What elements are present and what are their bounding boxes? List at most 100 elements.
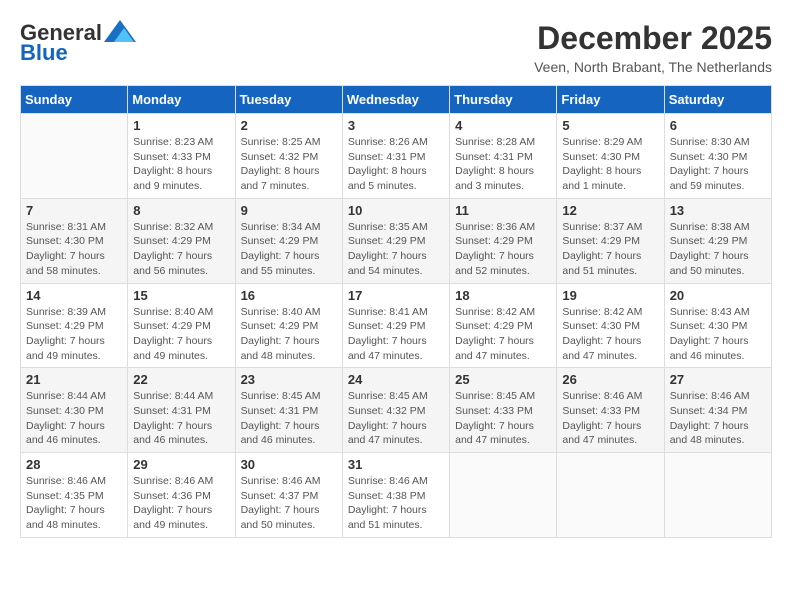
day-info: Sunrise: 8:28 AM Sunset: 4:31 PM Dayligh… <box>455 135 551 194</box>
weekday-header-wednesday: Wednesday <box>342 86 449 114</box>
day-info: Sunrise: 8:29 AM Sunset: 4:30 PM Dayligh… <box>562 135 658 194</box>
day-info: Sunrise: 8:42 AM Sunset: 4:29 PM Dayligh… <box>455 305 551 364</box>
calendar-cell: 14 Sunrise: 8:39 AM Sunset: 4:29 PM Dayli… <box>21 283 128 368</box>
calendar-cell: 23 Sunrise: 8:45 AM Sunset: 4:31 PM Dayli… <box>235 368 342 453</box>
calendar-cell: 30 Sunrise: 8:46 AM Sunset: 4:37 PM Dayli… <box>235 453 342 538</box>
day-number: 15 <box>133 288 229 303</box>
calendar-cell: 12Sunrise: 8:37 AM Sunset: 4:29 PM Dayli… <box>557 198 664 283</box>
day-number: 28 <box>26 457 122 472</box>
day-info: Sunrise: 8:39 AM Sunset: 4:29 PM Dayligh… <box>26 305 122 364</box>
day-number: 21 <box>26 372 122 387</box>
day-number: 29 <box>133 457 229 472</box>
day-number: 8 <box>133 203 229 218</box>
weekday-header-sunday: Sunday <box>21 86 128 114</box>
day-info: Sunrise: 8:46 AM Sunset: 4:33 PM Dayligh… <box>562 389 658 448</box>
week-row-3: 14 Sunrise: 8:39 AM Sunset: 4:29 PM Dayli… <box>21 283 772 368</box>
calendar-cell: 29 Sunrise: 8:46 AM Sunset: 4:36 PM Dayli… <box>128 453 235 538</box>
day-number: 2 <box>241 118 337 133</box>
day-info: Sunrise: 8:32 AM Sunset: 4:29 PM Dayligh… <box>133 220 229 279</box>
day-info: Sunrise: 8:34 AM Sunset: 4:29 PM Dayligh… <box>241 220 337 279</box>
calendar-cell: 13 Sunrise: 8:38 AM Sunset: 4:29 PM Dayli… <box>664 198 771 283</box>
day-number: 12 <box>562 203 658 218</box>
day-info: Sunrise: 8:31 AM Sunset: 4:30 PM Dayligh… <box>26 220 122 279</box>
calendar-cell: 28Sunrise: 8:46 AM Sunset: 4:35 PM Dayli… <box>21 453 128 538</box>
title-block: December 2025 Veen, North Brabant, The N… <box>534 20 772 75</box>
day-number: 27 <box>670 372 766 387</box>
calendar-cell: 10Sunrise: 8:35 AM Sunset: 4:29 PM Dayli… <box>342 198 449 283</box>
week-row-5: 28Sunrise: 8:46 AM Sunset: 4:35 PM Dayli… <box>21 453 772 538</box>
day-info: Sunrise: 8:36 AM Sunset: 4:29 PM Dayligh… <box>455 220 551 279</box>
day-number: 20 <box>670 288 766 303</box>
calendar-cell: 11 Sunrise: 8:36 AM Sunset: 4:29 PM Dayli… <box>450 198 557 283</box>
calendar-cell: 18Sunrise: 8:42 AM Sunset: 4:29 PM Dayli… <box>450 283 557 368</box>
calendar-cell: 8 Sunrise: 8:32 AM Sunset: 4:29 PM Daylig… <box>128 198 235 283</box>
calendar-cell <box>450 453 557 538</box>
page-header: General Blue December 2025 Veen, North B… <box>20 20 772 75</box>
calendar-cell: 27 Sunrise: 8:46 AM Sunset: 4:34 PM Dayli… <box>664 368 771 453</box>
day-number: 31 <box>348 457 444 472</box>
calendar-cell: 19 Sunrise: 8:42 AM Sunset: 4:30 PM Dayli… <box>557 283 664 368</box>
day-info: Sunrise: 8:26 AM Sunset: 4:31 PM Dayligh… <box>348 135 444 194</box>
location: Veen, North Brabant, The Netherlands <box>534 59 772 75</box>
weekday-header-tuesday: Tuesday <box>235 86 342 114</box>
logo-icon <box>104 20 136 42</box>
day-number: 11 <box>455 203 551 218</box>
day-number: 22 <box>133 372 229 387</box>
weekday-header-monday: Monday <box>128 86 235 114</box>
calendar-cell: 5Sunrise: 8:29 AM Sunset: 4:30 PM Daylig… <box>557 114 664 199</box>
day-info: Sunrise: 8:25 AM Sunset: 4:32 PM Dayligh… <box>241 135 337 194</box>
calendar-cell: 15 Sunrise: 8:40 AM Sunset: 4:29 PM Dayli… <box>128 283 235 368</box>
day-info: Sunrise: 8:46 AM Sunset: 4:37 PM Dayligh… <box>241 474 337 533</box>
weekday-header-row: SundayMondayTuesdayWednesdayThursdayFrid… <box>21 86 772 114</box>
day-info: Sunrise: 8:40 AM Sunset: 4:29 PM Dayligh… <box>241 305 337 364</box>
day-info: Sunrise: 8:46 AM Sunset: 4:38 PM Dayligh… <box>348 474 444 533</box>
day-number: 17 <box>348 288 444 303</box>
day-number: 30 <box>241 457 337 472</box>
day-number: 3 <box>348 118 444 133</box>
day-number: 1 <box>133 118 229 133</box>
day-info: Sunrise: 8:40 AM Sunset: 4:29 PM Dayligh… <box>133 305 229 364</box>
calendar-cell: 26 Sunrise: 8:46 AM Sunset: 4:33 PM Dayli… <box>557 368 664 453</box>
calendar-cell: 24Sunrise: 8:45 AM Sunset: 4:32 PM Dayli… <box>342 368 449 453</box>
day-number: 26 <box>562 372 658 387</box>
calendar-cell: 21Sunrise: 8:44 AM Sunset: 4:30 PM Dayli… <box>21 368 128 453</box>
logo-blue: Blue <box>20 40 68 66</box>
day-number: 9 <box>241 203 337 218</box>
day-info: Sunrise: 8:46 AM Sunset: 4:34 PM Dayligh… <box>670 389 766 448</box>
day-number: 6 <box>670 118 766 133</box>
calendar-cell: 4 Sunrise: 8:28 AM Sunset: 4:31 PM Daylig… <box>450 114 557 199</box>
calendar-cell: 7 Sunrise: 8:31 AM Sunset: 4:30 PM Daylig… <box>21 198 128 283</box>
day-number: 4 <box>455 118 551 133</box>
day-info: Sunrise: 8:45 AM Sunset: 4:33 PM Dayligh… <box>455 389 551 448</box>
weekday-header-friday: Friday <box>557 86 664 114</box>
calendar-cell: 9 Sunrise: 8:34 AM Sunset: 4:29 PM Daylig… <box>235 198 342 283</box>
day-info: Sunrise: 8:38 AM Sunset: 4:29 PM Dayligh… <box>670 220 766 279</box>
day-info: Sunrise: 8:46 AM Sunset: 4:36 PM Dayligh… <box>133 474 229 533</box>
day-number: 25 <box>455 372 551 387</box>
day-info: Sunrise: 8:30 AM Sunset: 4:30 PM Dayligh… <box>670 135 766 194</box>
weekday-header-saturday: Saturday <box>664 86 771 114</box>
day-info: Sunrise: 8:42 AM Sunset: 4:30 PM Dayligh… <box>562 305 658 364</box>
calendar-cell <box>557 453 664 538</box>
day-number: 7 <box>26 203 122 218</box>
day-number: 23 <box>241 372 337 387</box>
day-number: 13 <box>670 203 766 218</box>
calendar-cell: 1Sunrise: 8:23 AM Sunset: 4:33 PM Daylig… <box>128 114 235 199</box>
week-row-2: 7 Sunrise: 8:31 AM Sunset: 4:30 PM Daylig… <box>21 198 772 283</box>
day-number: 16 <box>241 288 337 303</box>
week-row-4: 21Sunrise: 8:44 AM Sunset: 4:30 PM Dayli… <box>21 368 772 453</box>
calendar-cell <box>664 453 771 538</box>
day-number: 19 <box>562 288 658 303</box>
calendar-cell: 2 Sunrise: 8:25 AM Sunset: 4:32 PM Daylig… <box>235 114 342 199</box>
calendar-cell: 16 Sunrise: 8:40 AM Sunset: 4:29 PM Dayli… <box>235 283 342 368</box>
weekday-header-thursday: Thursday <box>450 86 557 114</box>
day-info: Sunrise: 8:44 AM Sunset: 4:31 PM Dayligh… <box>133 389 229 448</box>
day-info: Sunrise: 8:45 AM Sunset: 4:32 PM Dayligh… <box>348 389 444 448</box>
calendar-cell: 31 Sunrise: 8:46 AM Sunset: 4:38 PM Dayli… <box>342 453 449 538</box>
day-info: Sunrise: 8:41 AM Sunset: 4:29 PM Dayligh… <box>348 305 444 364</box>
day-info: Sunrise: 8:45 AM Sunset: 4:31 PM Dayligh… <box>241 389 337 448</box>
calendar-cell: 17 Sunrise: 8:41 AM Sunset: 4:29 PM Dayli… <box>342 283 449 368</box>
day-number: 14 <box>26 288 122 303</box>
calendar-cell: 3 Sunrise: 8:26 AM Sunset: 4:31 PM Daylig… <box>342 114 449 199</box>
day-number: 10 <box>348 203 444 218</box>
